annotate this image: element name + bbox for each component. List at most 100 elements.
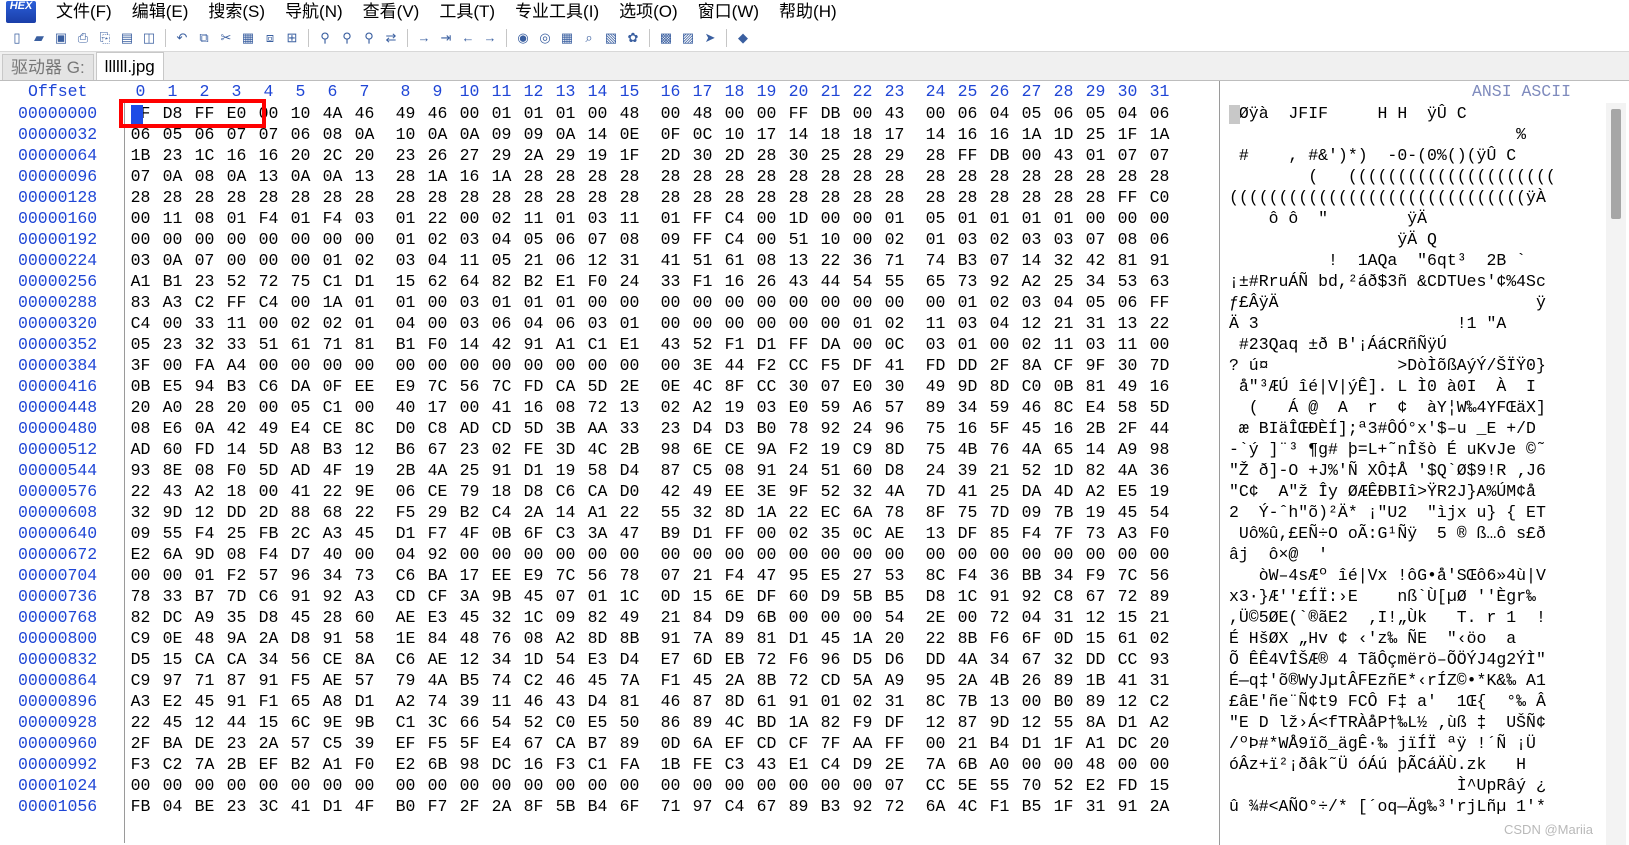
hex-byte[interactable]: 02 [1015,334,1048,356]
hex-byte[interactable]: 1A [782,712,815,734]
hex-byte[interactable]: 45 [686,670,719,692]
hex-byte[interactable]: 51 [686,250,719,272]
hex-byte[interactable]: D6 [878,649,911,671]
hex-byte[interactable]: 55 [654,502,687,524]
hex-byte[interactable]: A2 [1079,481,1112,503]
hex-byte[interactable]: 8F [919,502,952,524]
hex-byte[interactable]: 7D [983,502,1016,524]
hex-byte[interactable]: F5 [389,502,422,524]
hex-byte[interactable]: 71 [188,670,221,692]
hex-byte[interactable]: DC [1111,733,1144,755]
ansi-text[interactable]: Ä 3 !1 "A [1229,313,1506,335]
hex-byte[interactable]: 13 [919,523,952,545]
hex-byte[interactable]: 28 [1047,166,1080,188]
hex-byte[interactable]: 96 [814,649,847,671]
hex-byte[interactable]: 57 [878,397,911,419]
hex-byte[interactable]: 06 [549,250,582,272]
hex-byte[interactable]: 95 [919,670,952,692]
hex-byte[interactable]: D0 [613,481,646,503]
hex-byte[interactable]: 02 [284,313,317,335]
hex-byte[interactable]: B0 [1047,691,1080,713]
hex-byte[interactable]: 00 [951,544,984,566]
hex-byte[interactable]: 57 [348,670,381,692]
hex-byte[interactable]: 01 [316,250,349,272]
hex-byte[interactable]: 00 [846,292,879,314]
hex-byte[interactable]: 2D [252,502,285,524]
hex-byte[interactable]: 74 [421,691,454,713]
hex-byte[interactable]: 13 [782,250,815,272]
hex-byte[interactable]: 26 [1015,670,1048,692]
hex-byte[interactable]: 34 [1047,565,1080,587]
hex-byte[interactable]: 28 [814,166,847,188]
hex-byte[interactable]: 65 [284,691,317,713]
hex-byte[interactable]: 19 [1079,502,1112,524]
hex-byte[interactable]: 0D [1047,628,1080,650]
hex-byte[interactable]: 01 [951,292,984,314]
hex-byte[interactable]: 23 [389,145,422,167]
hex-byte[interactable]: D1 [1111,712,1144,734]
hex-byte[interactable]: D4 [581,691,614,713]
print-icon[interactable]: ⎙ [74,29,92,47]
row-offset[interactable]: 00000384 [18,355,97,377]
hex-byte[interactable]: 1F [613,145,646,167]
hex-byte[interactable]: 46 [517,691,550,713]
hex-byte[interactable]: 01 [517,292,550,314]
hex-byte[interactable]: 6B [421,754,454,776]
hex-byte[interactable]: AD [284,460,317,482]
hex-byte[interactable]: D9 [814,586,847,608]
hex-byte[interactable]: 7C [485,376,518,398]
hex-byte[interactable]: 00 [453,397,486,419]
hex-byte[interactable]: F6 [983,628,1016,650]
cut-icon[interactable]: ✂ [217,29,235,47]
hex-byte[interactable]: 15 [1143,775,1176,797]
hex-byte[interactable]: 00 [846,775,879,797]
hex-byte[interactable]: A4 [220,355,253,377]
hex-byte[interactable]: 4A [1111,460,1144,482]
hex-byte[interactable]: 06 [1143,103,1176,125]
hex-byte[interactable]: 01 [389,229,422,251]
hex-byte[interactable]: 02 [782,523,815,545]
hex-byte[interactable]: D1 [517,460,550,482]
hex-byte[interactable]: 36 [1143,460,1176,482]
hex-byte[interactable]: 02 [654,397,687,419]
hex-byte[interactable]: 00 [750,544,783,566]
hex-byte[interactable]: 00 [782,292,815,314]
hex-byte[interactable]: 96 [878,418,911,440]
hex-byte[interactable]: 0B [485,523,518,545]
hex-byte[interactable]: 11 [517,208,550,230]
hex-byte[interactable]: 12 [581,250,614,272]
hex-byte[interactable]: 1A [1015,124,1048,146]
hex-byte[interactable]: 87 [220,670,253,692]
hex-byte[interactable]: B5 [453,670,486,692]
hex-byte[interactable]: FD [919,355,952,377]
hex-byte[interactable]: 76 [983,439,1016,461]
row-offset[interactable]: 00000160 [18,208,97,230]
settings-icon[interactable]: ✿ [624,29,642,47]
hex-byte[interactable]: 28 [814,187,847,209]
open-disk-icon[interactable]: ◫ [140,29,158,47]
ansi-text[interactable]: ÿÄ Q [1229,229,1437,251]
hex-byte[interactable]: A9 [878,670,911,692]
hex-byte[interactable]: CD [389,586,422,608]
hex-byte[interactable]: C6 [252,376,285,398]
hex-byte[interactable]: 22 [782,502,815,524]
row-offset[interactable]: 00000736 [18,586,97,608]
hex-byte[interactable]: 07 [878,775,911,797]
hex-byte[interactable]: 1D [1047,460,1080,482]
copy-block-icon[interactable]: ⊞ [283,29,301,47]
hex-byte[interactable]: 1C [951,586,984,608]
hex-byte[interactable]: B1 [156,271,189,293]
hex-byte[interactable]: 01 [814,691,847,713]
hex-byte[interactable]: 16 [718,271,751,293]
hex-byte[interactable]: 04 [156,796,189,818]
hex-byte[interactable]: 11 [1047,334,1080,356]
hex-byte[interactable]: 31 [1143,670,1176,692]
hex-byte[interactable]: 00 [124,565,157,587]
hex-byte[interactable]: 31 [613,250,646,272]
hex-byte[interactable]: C1 [581,754,614,776]
hex-byte[interactable]: 01 [389,208,422,230]
hex-byte[interactable]: 57 [284,733,317,755]
hex-byte[interactable]: 28 [951,166,984,188]
hex-byte[interactable]: 87 [686,691,719,713]
row-offset[interactable]: 00000096 [18,166,97,188]
